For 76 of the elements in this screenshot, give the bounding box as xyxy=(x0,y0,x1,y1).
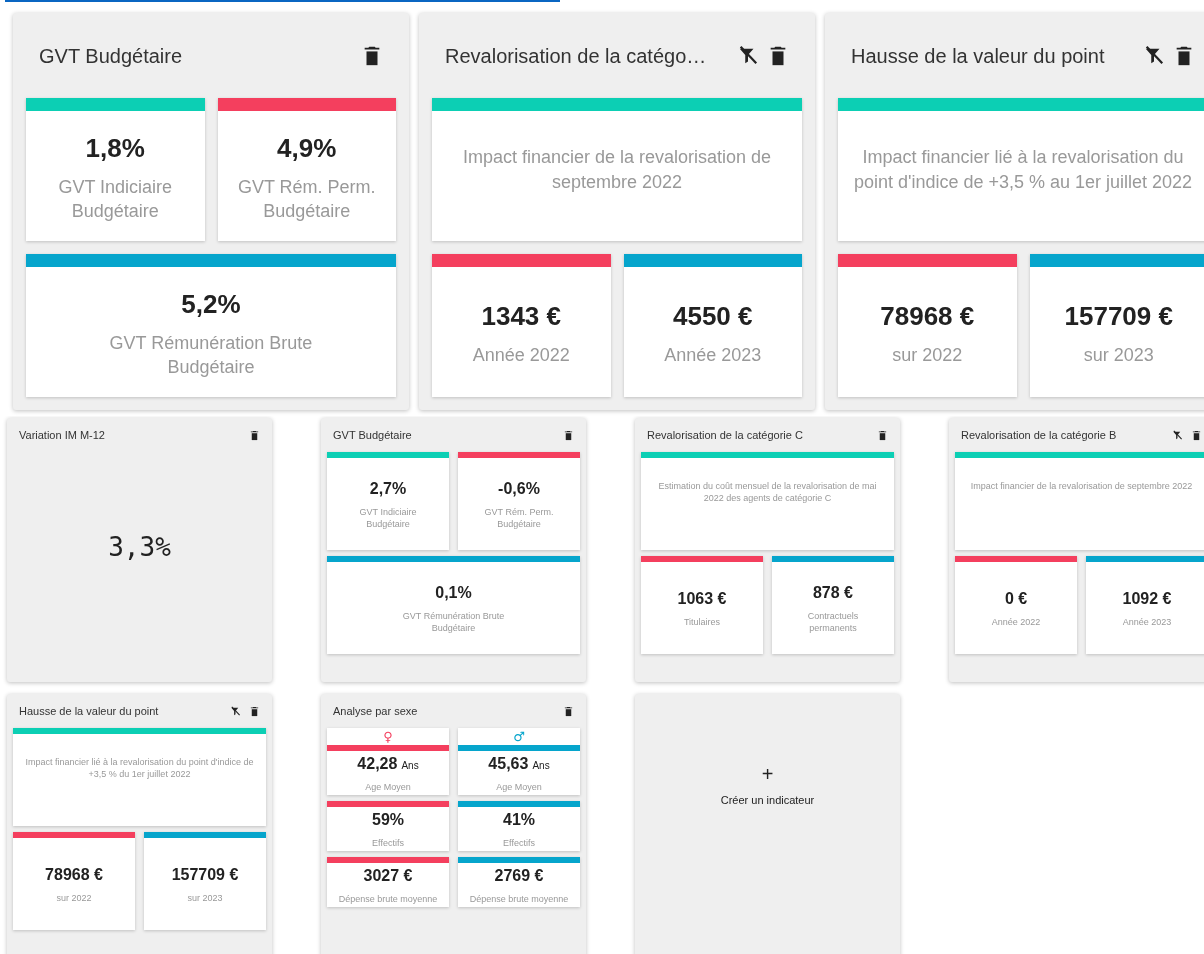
stat-label: Année 2022 xyxy=(472,343,570,367)
stat-value: 3027 € xyxy=(363,867,413,885)
plus-icon: + xyxy=(761,763,774,784)
stat-label: Effectifs xyxy=(503,838,535,850)
card-title: Variation IM M-12 xyxy=(19,427,106,443)
create-label: Créer un indicateur xyxy=(720,792,815,808)
stat-value: 4550 € xyxy=(673,299,753,333)
stat-unit: Ans xyxy=(532,760,550,772)
stat-value: 1,8% xyxy=(85,132,145,166)
description-text: Impact financier lié à la revalorisation du point d'indice de +3,5 % du 1er juillet 2022 xyxy=(13,728,266,826)
card-title: Analyse par sexe xyxy=(333,703,419,719)
stat-value: 2769 € xyxy=(494,867,544,885)
gender-symbol: ♀ xyxy=(383,728,393,745)
description-text: Estimation du coût mensuel de la revalorisation de mai 2022 des agents de catégorie C xyxy=(641,452,894,550)
stat-label: Dépense brute moyenne xyxy=(469,894,569,906)
stat-value: 59% xyxy=(372,811,404,829)
filter-off-icon[interactable] xyxy=(230,705,241,717)
delete-icon[interactable] xyxy=(1191,429,1202,441)
stat-label: Contractuels permanents xyxy=(806,611,860,635)
description-text: Impact financier de la revalorisation de septembre 2022 xyxy=(955,452,1204,550)
stat-value: 157709 € xyxy=(171,865,239,886)
stat-unit: Ans xyxy=(401,760,419,772)
stat-value: 5,2% xyxy=(181,288,241,322)
stat-value: 0,1% xyxy=(435,583,472,604)
stat-value: 878 € xyxy=(812,583,853,604)
stat-value: 1092 € xyxy=(1122,589,1172,610)
stat-label: GVT Rém. Perm. Budgétaire xyxy=(483,507,555,531)
description-text: Impact financier de la revalorisation de septembre 2022 xyxy=(432,98,802,241)
stat-value: 0 € xyxy=(1004,589,1028,610)
card-title: GVT Budgétaire xyxy=(333,427,413,443)
stat-value: 42,28 xyxy=(357,755,398,773)
delete-icon[interactable] xyxy=(563,705,574,717)
stat-label: Effectifs xyxy=(372,838,404,850)
gender-symbol: ♂ xyxy=(513,728,525,745)
stat-value: 41% xyxy=(503,811,535,829)
stat-label: sur 2023 xyxy=(187,893,223,905)
stat-value: -0,6% xyxy=(498,479,540,500)
stat-label: Année 2023 xyxy=(1122,617,1172,629)
stat-value: 157709 € xyxy=(1064,299,1173,333)
stat-value: 4,9% xyxy=(277,132,337,166)
stat-value: 45,63 xyxy=(488,755,529,773)
stat-label: GVT Indiciaire Budgétaire xyxy=(358,507,418,531)
filter-off-icon[interactable] xyxy=(1143,44,1165,67)
stat-value: 2,7% xyxy=(369,479,407,500)
stat-value: 1343 € xyxy=(481,299,561,333)
stat-label: GVT Indiciaire Budgétaire xyxy=(57,176,174,223)
delete-icon[interactable] xyxy=(877,429,888,441)
card-title: Revalorisation de la catégo… xyxy=(445,43,708,69)
card-title: Revalorisation de la catégorie C xyxy=(647,427,804,443)
delete-icon[interactable] xyxy=(563,429,574,441)
description-text: Impact financier lié à la revalorisation du point d'indice de +3,5 % au 1er juillet 2022 xyxy=(838,98,1204,241)
stat-label: Age Moyen xyxy=(496,782,542,794)
stat-label: Titulaires xyxy=(683,617,721,629)
stat-label: sur 2022 xyxy=(892,343,963,367)
stat-label: Année 2022 xyxy=(991,617,1041,629)
stat-label: GVT Rémunération Brute Budgétaire xyxy=(401,611,506,635)
card-title: Hausse de la valeur du point xyxy=(19,703,160,719)
stat-value: 1063 € xyxy=(677,589,727,610)
stat-label: Année 2023 xyxy=(664,343,762,367)
card-title: GVT Budgétaire xyxy=(39,43,184,69)
filter-off-icon[interactable] xyxy=(1172,429,1183,441)
stat-label: Age Moyen xyxy=(365,782,411,794)
stat-label: sur 2023 xyxy=(1083,343,1154,367)
create-indicator-card[interactable]: + Créer un indicateur xyxy=(635,694,900,954)
stat-label: GVT Rémunération Brute Budgétaire xyxy=(108,332,314,379)
card-title: Revalorisation de la catégorie B xyxy=(961,427,1118,443)
filter-off-icon[interactable] xyxy=(737,44,759,67)
stat-value: 78968 € xyxy=(880,299,975,333)
stat-label: GVT Rém. Perm. Budgétaire xyxy=(236,176,377,223)
card-title: Hausse de la valeur du point xyxy=(851,43,1106,69)
stat-value: 78968 € xyxy=(45,865,103,886)
delete-icon[interactable] xyxy=(249,429,260,441)
stat-label: sur 2022 xyxy=(56,893,92,905)
big-value: 3,3% xyxy=(107,530,172,564)
delete-icon[interactable] xyxy=(249,705,260,717)
stat-label: Dépense brute moyenne xyxy=(338,894,438,906)
